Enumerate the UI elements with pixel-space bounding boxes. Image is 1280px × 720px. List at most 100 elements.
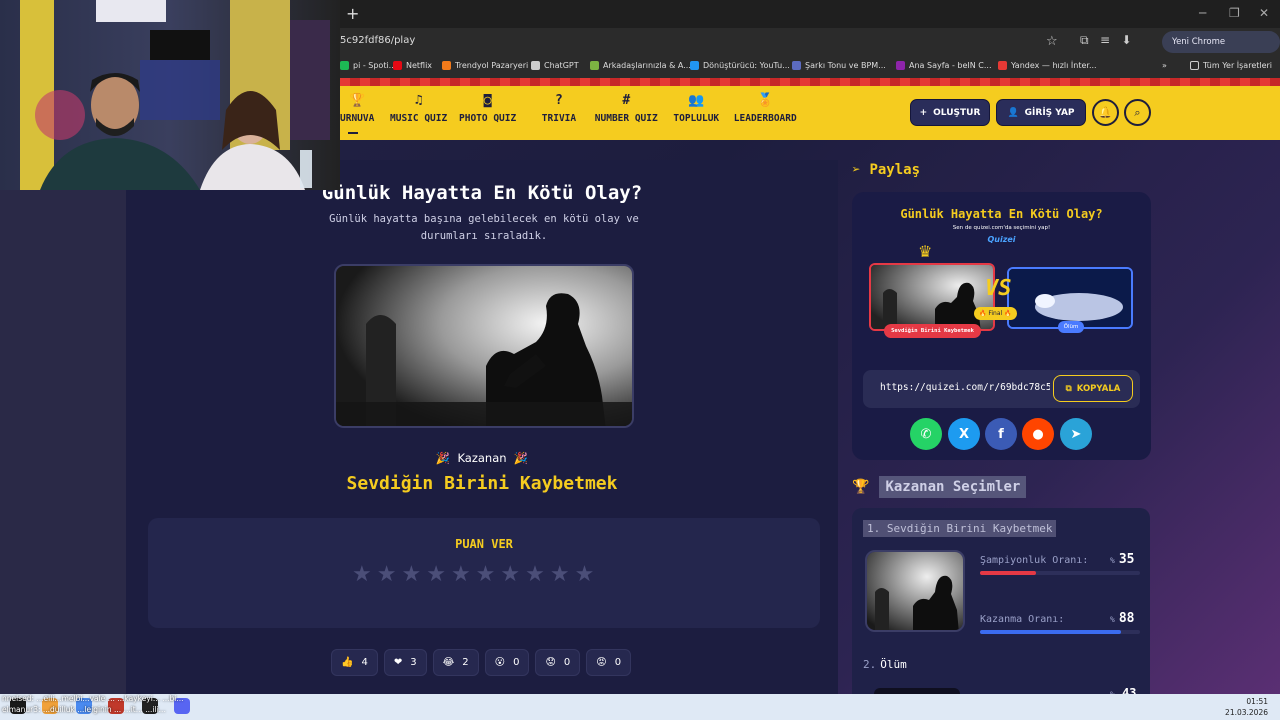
whatsapp-icon[interactable]: ✆: [910, 418, 942, 450]
nav-item-music-quiz[interactable]: ♫ MUSIC QUIZ: [390, 94, 447, 125]
bookmark-star-icon[interactable]: ☆: [1046, 34, 1058, 49]
angry-icon: 😡: [596, 657, 607, 668]
windows-taskbar: [0, 694, 1280, 720]
win-rate-fill: [980, 630, 1121, 634]
reaction-count: 0: [513, 657, 520, 668]
url-text[interactable]: 5c92fdf86/play: [340, 35, 415, 46]
rating-title: PUAN VER: [455, 537, 513, 551]
reaction-button[interactable]: ❤ 3: [383, 649, 427, 676]
star-icon[interactable]: ★: [451, 563, 471, 587]
champion-rate-value: % 35: [1110, 552, 1135, 567]
minimize-icon[interactable]: ─: [1199, 6, 1206, 20]
champion-rate-bar: [980, 571, 1140, 575]
nav-item-topluluk[interactable]: 👥 TOPLULUK: [673, 94, 719, 125]
bookmark-item[interactable]: Şarkı Tonu ve BPM...: [792, 61, 886, 70]
telegram-icon[interactable]: ➤: [1060, 418, 1092, 450]
nav-item-trivia[interactable]: ? TRIVIA: [542, 93, 576, 125]
new-tab-button[interactable]: +: [346, 4, 359, 23]
nav-item-urnuva[interactable]: 🏆 URNUVA: [340, 94, 374, 125]
star-icon[interactable]: ★: [401, 563, 421, 587]
winner-item-2-champion-value: % 43: [1110, 686, 1137, 694]
winner-item-2-title[interactable]: 2. Ölüm: [863, 658, 907, 671]
maximize-icon[interactable]: ❐: [1229, 6, 1240, 20]
taskbar-clock: 01:51 21.03.2026: [1225, 697, 1268, 717]
plus-icon: +: [919, 107, 928, 118]
facebook-icon[interactable]: f: [985, 418, 1017, 450]
reaction-button[interactable]: 😂 2: [432, 649, 479, 676]
reaction-button[interactable]: 😡 0: [586, 649, 632, 676]
extensions-icon[interactable]: ⧉ ≡ ⬇: [1080, 33, 1132, 48]
vs-label: VS: [985, 276, 1012, 301]
win-rate-label: Kazanma Oranı:: [980, 614, 1065, 625]
laugh-icon: 😂: [442, 657, 455, 668]
bookmark-item[interactable]: Arkadaşlarınızla & A...: [590, 61, 691, 70]
more-bookmarks-icon[interactable]: »: [1162, 61, 1167, 70]
bookmark-favicon-icon: [531, 61, 540, 70]
notification-bell-icon[interactable]: 🔔: [1092, 99, 1119, 126]
star-icon[interactable]: ★: [377, 563, 397, 587]
close-icon[interactable]: ✕: [1259, 6, 1269, 20]
bookmark-favicon-icon: [590, 61, 599, 70]
bookmark-item[interactable]: Yandex — hızlı İnter...: [998, 61, 1097, 70]
thumbs-up-icon: 👍: [341, 657, 354, 668]
medal-icon: 🏅: [757, 93, 774, 108]
surprised-icon: 😮: [494, 657, 506, 668]
rating-stars: ★ ★ ★ ★ ★ ★ ★ ★ ★ ★: [352, 563, 594, 587]
share-card-title: Günlük Hayatta En Kötü Olay?: [900, 207, 1103, 221]
bookmark-favicon-icon: [896, 61, 905, 70]
all-bookmarks[interactable]: Tüm Yer İşaretleri: [1190, 61, 1272, 70]
winners-heading: 🏆 Kazanan Seçimler: [852, 476, 1027, 498]
bookmark-item[interactable]: Dönüştürücü: YouTu...: [690, 61, 790, 70]
sad-icon: 😟: [545, 657, 556, 668]
nav-item-photo-quiz[interactable]: ◙ PHOTO QUIZ: [459, 94, 516, 125]
nav-item-number-quiz[interactable]: # NUMBER QUIZ: [595, 93, 658, 125]
final-badge: 🔥 Final 🔥: [974, 307, 1017, 320]
login-button[interactable]: 👤 GİRİŞ YAP: [996, 99, 1086, 126]
winner-name: Sevdiğin Birini Kaybetmek: [346, 473, 618, 494]
bookmark-item[interactable]: ChatGPT: [531, 61, 579, 70]
copy-button[interactable]: ⧉ KOPYALA: [1053, 375, 1133, 402]
question-icon: ?: [555, 93, 563, 108]
reaction-button[interactable]: 👍 4: [331, 649, 378, 676]
confetti-icon: 🎉: [435, 451, 451, 465]
bookmark-item[interactable]: Trendyol Pazaryeri: [442, 61, 528, 70]
bookmark-favicon-icon: [340, 61, 349, 70]
star-icon[interactable]: ★: [352, 563, 372, 587]
share-card-subtitle: Sen de quizei.com'da seçimini yap!: [952, 225, 1051, 231]
copy-icon: ⧉: [1065, 383, 1072, 394]
bookmark-favicon-icon: [792, 61, 801, 70]
reaction-count: 3: [410, 657, 417, 668]
bookmark-item[interactable]: Ana Sayfa - beIN C...: [896, 61, 992, 70]
reddit-icon[interactable]: ●: [1022, 418, 1054, 450]
reaction-button[interactable]: 😟 0: [535, 649, 581, 676]
create-button[interactable]: + OLUŞTUR: [910, 99, 990, 126]
bookmark-item[interactable]: Netflix: [393, 61, 432, 70]
star-icon[interactable]: ★: [500, 563, 520, 587]
preview-left-tag: Sevdiğin Birini Kaybetmek: [884, 324, 981, 338]
quizei-logo: Quizei: [987, 235, 1016, 244]
champion-rate-label: Şampiyonluk Oranı:: [980, 555, 1089, 566]
search-icon[interactable]: ⌕: [1124, 99, 1151, 126]
winner-item-1-image: [865, 550, 965, 632]
crown-icon: ♛: [918, 242, 933, 261]
nav-item-leaderboard[interactable]: 🏅 LEADERBOARD: [734, 93, 797, 125]
champion-rate-fill: [980, 571, 1036, 575]
win-rate-bar: [980, 630, 1140, 634]
winner-label: 🎉 Kazanan 🎉: [435, 451, 529, 465]
heart-icon: ❤: [393, 657, 403, 668]
star-icon[interactable]: ★: [550, 563, 570, 587]
star-icon[interactable]: ★: [476, 563, 496, 587]
hash-icon: #: [622, 93, 631, 108]
stream-chat-line: elmanur3: ...duilluk ...leiginin ... ...…: [2, 705, 166, 714]
star-icon[interactable]: ★: [525, 563, 545, 587]
user-icon: 👤: [1007, 107, 1019, 118]
bookmark-item[interactable]: pi - Spoti...: [340, 61, 396, 70]
winner-item-1-title[interactable]: 1. Sevdiğin Birini Kaybetmek: [863, 520, 1057, 537]
preview-left-image: [869, 263, 995, 331]
star-icon[interactable]: ★: [575, 563, 595, 587]
reaction-button[interactable]: 😮 0: [484, 649, 530, 676]
chrome-update-button[interactable]: Yeni Chrome kullanılabilir: [1162, 31, 1280, 69]
x-icon[interactable]: X: [948, 418, 980, 450]
share-link-input[interactable]: https://quizei.com/r/69bdc78c5c92fdf86: [880, 382, 1050, 393]
star-icon[interactable]: ★: [426, 563, 446, 587]
